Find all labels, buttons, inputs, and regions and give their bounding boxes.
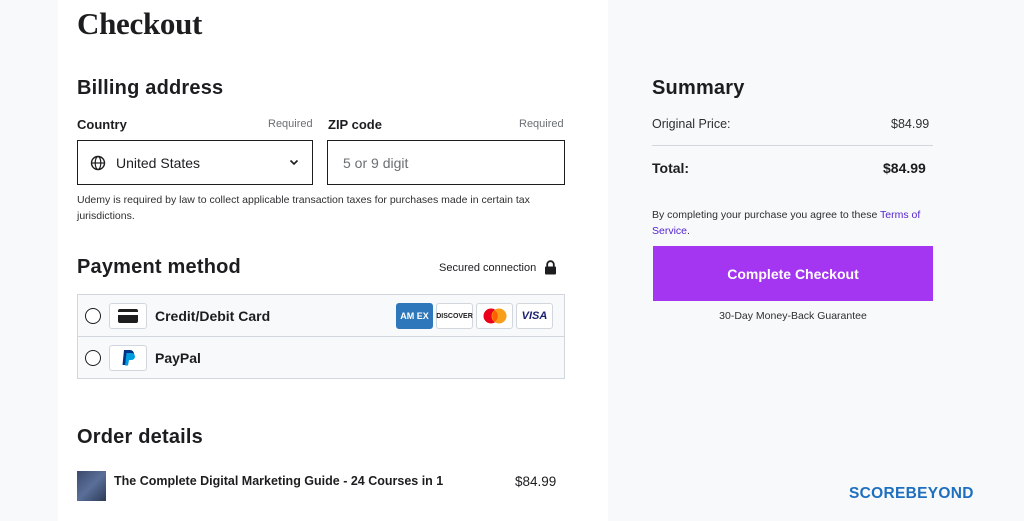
total-value: $84.99 <box>883 160 926 176</box>
payment-method-list: Credit/Debit Card AM EX DISCOVER VISA Pa… <box>77 294 565 379</box>
original-price-label: Original Price: <box>652 117 731 131</box>
scorebeyond-watermark: SCOREBEYOND <box>849 485 974 503</box>
discover-logo-icon: DISCOVER <box>436 303 473 329</box>
billing-address-heading: Billing address <box>77 77 224 99</box>
card-option-label: Credit/Debit Card <box>155 307 271 324</box>
terms-suffix: . <box>687 224 690 237</box>
country-required-label: Required <box>268 118 313 130</box>
chevron-down-icon <box>289 159 299 166</box>
summary-divider <box>652 145 933 146</box>
paypal-radio[interactable] <box>85 350 101 366</box>
page-title: Checkout <box>77 6 203 41</box>
zip-code-field[interactable] <box>327 140 565 185</box>
summary-panel: Summary Original Price: $84.99 Total: $8… <box>608 0 1024 521</box>
secured-connection: Secured connection <box>439 260 557 275</box>
course-price: $84.99 <box>515 474 557 489</box>
total-label: Total: <box>652 160 690 176</box>
card-radio[interactable] <box>85 307 101 324</box>
country-select[interactable]: United States <box>77 140 313 185</box>
payment-option-card[interactable]: Credit/Debit Card AM EX DISCOVER VISA <box>78 295 564 337</box>
country-value: United States <box>116 154 201 171</box>
visa-logo-icon: VISA <box>516 303 553 329</box>
lock-icon <box>545 260 557 275</box>
zip-required-label: Required <box>519 118 564 130</box>
payment-method-heading: Payment method <box>77 256 241 278</box>
terms-notice: By completing your purchase you agree to… <box>652 208 937 239</box>
watermark-part1: SCORE <box>849 485 906 502</box>
credit-card-icon <box>109 302 147 329</box>
card-brand-logos: AM EX DISCOVER VISA <box>396 303 553 329</box>
summary-heading: Summary <box>652 77 745 99</box>
mastercard-logo-icon <box>476 303 513 329</box>
payment-option-paypal[interactable]: PayPal <box>78 337 564 379</box>
secured-connection-label: Secured connection <box>439 261 537 274</box>
order-details-heading: Order details <box>77 426 203 448</box>
globe-icon <box>90 155 106 170</box>
zip-label: ZIP code <box>328 117 382 132</box>
watermark-part2: BEYOND <box>905 485 974 502</box>
tax-notice: Udemy is required by law to collect appl… <box>77 194 530 222</box>
terms-prefix: By completing your purchase you agree to… <box>652 209 881 221</box>
paypal-option-label: PayPal <box>155 350 201 366</box>
complete-checkout-button[interactable]: Complete Checkout <box>653 246 933 301</box>
checkout-main-panel: Checkout Billing address Country Require… <box>58 0 608 521</box>
amex-logo-icon: AM EX <box>396 303 433 329</box>
original-price-value: $84.99 <box>891 117 930 131</box>
paypal-icon <box>109 345 147 371</box>
zip-code-input[interactable] <box>328 141 564 184</box>
money-back-guarantee: 30-Day Money-Back Guarantee <box>719 310 867 322</box>
country-label: Country <box>77 117 127 132</box>
course-title: The Complete Digital Marketing Guide - 2… <box>114 474 444 488</box>
course-thumbnail <box>77 471 106 501</box>
